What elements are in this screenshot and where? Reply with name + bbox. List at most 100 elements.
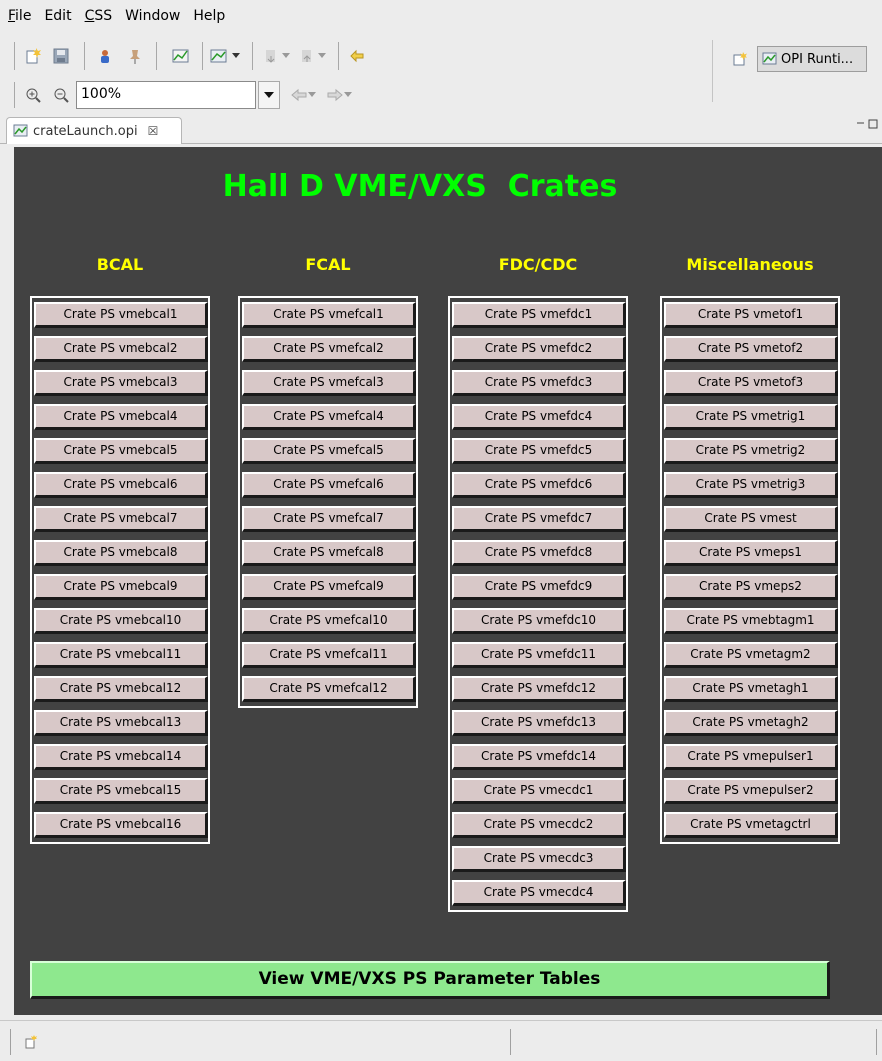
crate-button[interactable]: Crate PS vmefdc13 [452,710,626,736]
crate-button[interactable]: Crate PS vmebcal12 [34,676,208,702]
crate-button[interactable]: Crate PS vmefcal5 [242,438,416,464]
crate-button[interactable]: Crate PS vmetagh2 [664,710,838,736]
prev-annotation-icon[interactable] [296,45,318,67]
crate-button[interactable]: Crate PS vmefcal2 [242,336,416,362]
crate-button[interactable]: Crate PS vmetrig2 [664,438,838,464]
zoom-dropdown-icon[interactable] [258,81,280,109]
crate-button[interactable]: Crate PS vmebcal14 [34,744,208,770]
close-tab-icon[interactable]: ☒ [148,124,159,138]
crate-button[interactable]: Crate PS vmebcal5 [34,438,208,464]
open-perspective-icon[interactable] [729,48,751,70]
crate-button[interactable]: Crate PS vmefdc11 [452,642,626,668]
crate-button[interactable]: Crate PS vmebcal11 [34,642,208,668]
crate-button[interactable]: Crate PS vmebcal3 [34,370,208,396]
crate-button[interactable]: Crate PS vmebcal4 [34,404,208,430]
people-icon[interactable] [96,45,118,67]
crate-button[interactable]: Crate PS vmebcal9 [34,574,208,600]
crate-button[interactable]: Crate PS vmebcal10 [34,608,208,634]
zoom-out-icon[interactable] [50,84,72,106]
minimize-maximize-icons[interactable] [856,118,878,132]
crate-button[interactable]: Crate PS vmefdc2 [452,336,626,362]
next-annotation-dropdown-icon[interactable] [280,45,292,67]
crate-button[interactable]: Crate PS vmebtagm1 [664,608,838,634]
crate-button[interactable]: Crate PS vmefdc1 [452,302,626,328]
crate-button[interactable]: Crate PS vmefcal11 [242,642,416,668]
crate-button[interactable]: Crate PS vmefdc12 [452,676,626,702]
crate-button[interactable]: Crate PS vmecdc2 [452,812,626,838]
new-file-icon[interactable] [22,45,44,67]
status-sep [876,1029,877,1055]
menu-css[interactable]: CSS [85,8,113,24]
fdc-cdc-crate-panel: Crate PS vmefdc1 Crate PS vmefdc2 Crate PS… [448,296,628,912]
crate-button[interactable]: Crate PS vmebcal6 [34,472,208,498]
display-dropdown-icon[interactable] [230,45,242,67]
crate-button[interactable]: Crate PS vmebcal15 [34,778,208,804]
menu-file[interactable]: File [8,8,31,24]
crate-button[interactable]: Crate PS vmefdc3 [452,370,626,396]
crate-button[interactable]: Crate PS vmefcal4 [242,404,416,430]
pin-icon[interactable] [124,45,146,67]
crate-button[interactable]: Crate PS vmefcal10 [242,608,416,634]
crate-button[interactable]: Crate PS vmebcal2 [34,336,208,362]
crate-button[interactable]: Crate PS vmebcal8 [34,540,208,566]
crate-button[interactable]: Crate PS vmefcal3 [242,370,416,396]
crate-button[interactable]: Crate PS vmeps2 [664,574,838,600]
crate-button[interactable]: Crate PS vmetof1 [664,302,838,328]
crate-button[interactable]: Crate PS vmefcal6 [242,472,416,498]
back-dropdown-icon[interactable] [306,84,318,106]
crate-button[interactable]: Crate PS vmest [664,506,838,532]
zoom-in-icon[interactable] [22,84,44,106]
column-heading-fdc-cdc: FDC/CDC [498,255,578,274]
crate-button[interactable]: Crate PS vmecdc1 [452,778,626,804]
crate-button[interactable]: Crate PS vmepulser1 [664,744,838,770]
crate-button[interactable]: Crate PS vmefcal12 [242,676,416,702]
crate-button[interactable]: Crate PS vmetagh1 [664,676,838,702]
crate-button[interactable]: Crate PS vmebcal7 [34,506,208,532]
crate-button[interactable]: Crate PS vmefcal1 [242,302,416,328]
next-annotation-icon[interactable] [260,45,282,67]
crate-button[interactable]: Crate PS vmefcal9 [242,574,416,600]
crate-button[interactable]: Crate PS vmebcal16 [34,812,208,838]
crate-button[interactable]: Crate PS vmeps1 [664,540,838,566]
opi-runtime-perspective-button[interactable]: OPI Runti... [757,46,867,72]
crate-button[interactable]: Crate PS vmetof3 [664,370,838,396]
crate-button[interactable]: Crate PS vmefdc4 [452,404,626,430]
status-bar [0,1020,882,1061]
crate-button[interactable]: Crate PS vmecdc3 [452,846,626,872]
crate-button[interactable]: Crate PS vmetrig1 [664,404,838,430]
crate-button[interactable]: Crate PS vmetagm2 [664,642,838,668]
crate-button[interactable]: Crate PS vmetagctrl [664,812,838,838]
tab-cratelaunch[interactable]: crateLaunch.opi ☒ [6,117,182,144]
menu-edit[interactable]: Edit [44,8,71,24]
crate-button[interactable]: Crate PS vmefcal7 [242,506,416,532]
zoom-level-input[interactable]: 100% [76,81,256,109]
crate-button[interactable]: Crate PS vmefdc10 [452,608,626,634]
crate-button[interactable]: Crate PS vmefdc9 [452,574,626,600]
crate-button[interactable]: Crate PS vmefdc14 [452,744,626,770]
save-icon[interactable] [50,45,72,67]
prev-annotation-dropdown-icon[interactable] [316,45,328,67]
crate-button[interactable]: Crate PS vmetrig3 [664,472,838,498]
crate-button[interactable]: Crate PS vmefdc8 [452,540,626,566]
toolbar-sep [252,42,253,70]
fast-view-icon[interactable] [20,1031,42,1053]
toolbar-grip [14,82,15,108]
page-title: Hall D VME/VXS Crates [222,169,618,204]
crate-button[interactable]: Crate PS vmecdc4 [452,880,626,906]
crate-button[interactable]: Crate PS vmebcal13 [34,710,208,736]
display-icon[interactable] [208,45,230,67]
forward-dropdown-icon[interactable] [342,84,354,106]
crate-button[interactable]: Crate PS vmefdc5 [452,438,626,464]
view-parameter-tables-button[interactable]: View VME/VXS PS Parameter Tables [30,961,830,999]
crate-button[interactable]: Crate PS vmefdc7 [452,506,626,532]
last-edit-location-icon[interactable] [346,45,368,67]
crate-button[interactable]: Crate PS vmefdc6 [452,472,626,498]
chart-icon[interactable] [170,45,192,67]
menu-window[interactable]: Window [125,8,180,24]
crate-button[interactable]: Crate PS vmetof2 [664,336,838,362]
crate-button[interactable]: Crate PS vmepulser2 [664,778,838,804]
crate-button[interactable]: Crate PS vmefcal8 [242,540,416,566]
menu-help[interactable]: Help [193,8,225,24]
bcal-crate-panel: Crate PS vmebcal1 Crate PS vmebcal2 Crate … [30,296,210,844]
crate-button[interactable]: Crate PS vmebcal1 [34,302,208,328]
